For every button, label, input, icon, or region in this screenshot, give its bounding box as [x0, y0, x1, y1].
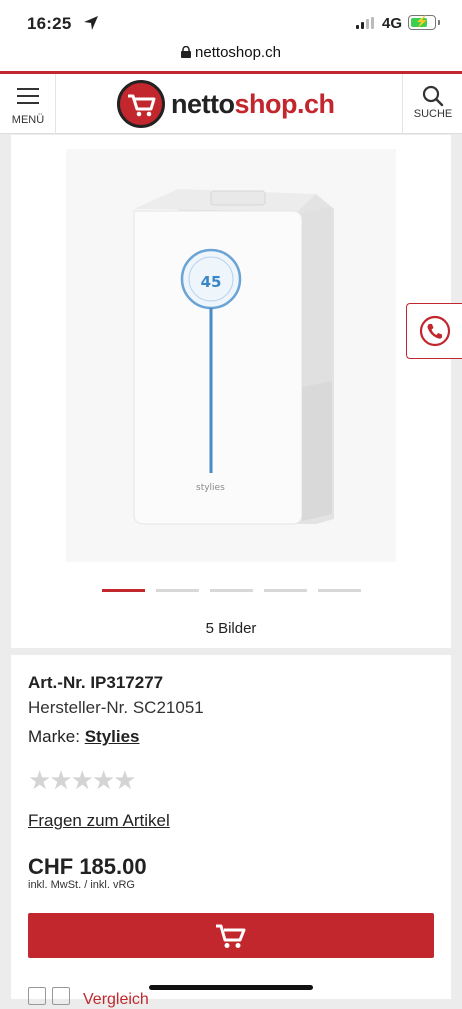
price-note: inkl. MwSt. / inkl. vRG [28, 879, 135, 891]
lock-icon [181, 46, 192, 58]
compare-checkbox[interactable] [28, 987, 46, 1005]
logo-text-netto: netto [171, 88, 235, 119]
product-image[interactable]: 45 stylies [66, 149, 396, 562]
slide-dot-5[interactable] [317, 589, 361, 592]
cart-logo-icon [117, 80, 165, 128]
search-button[interactable]: SUCHE [402, 74, 462, 134]
brand-prefix: Marke: [28, 727, 85, 746]
cart-icon [216, 924, 246, 948]
battery-icon: ⚡ [408, 15, 440, 30]
location-arrow-icon [84, 16, 98, 30]
product-details: Art.-Nr. IP317277 Hersteller-Nr. SC21051… [11, 655, 451, 1008]
home-indicator[interactable] [149, 985, 313, 990]
rating-star: ★ [49, 765, 72, 795]
slide-dot-1[interactable] [101, 589, 145, 592]
logo-text-shop: shop.ch [234, 88, 335, 119]
slide-dot-3[interactable] [209, 589, 253, 592]
rating-stars[interactable]: ★★★★★ [28, 765, 137, 796]
rating-star: ★ [70, 765, 94, 795]
site-logo[interactable]: nettoshop.ch [117, 79, 335, 129]
add-to-cart-button[interactable] [28, 913, 434, 958]
url-text: nettoshop.ch [195, 44, 281, 61]
compare-checkboxes[interactable] [28, 987, 70, 1005]
status-time: 16:25 [27, 14, 72, 33]
menu-button[interactable]: MENÜ [0, 74, 56, 134]
rating-star: ★ [28, 765, 51, 795]
call-button[interactable] [406, 303, 462, 359]
address-bar[interactable]: nettoshop.ch [0, 44, 462, 71]
article-number: Art.-Nr. IP317277 [28, 673, 164, 692]
phone-icon [419, 315, 451, 347]
rating-star: ★ [91, 765, 115, 795]
search-icon [422, 85, 444, 107]
search-label: SUCHE [413, 108, 453, 120]
manufacturer-number: Hersteller-Nr. SC21051 [28, 698, 204, 717]
questions-link[interactable]: Fragen zum Artikel [28, 811, 170, 831]
image-count[interactable]: 5 Bilder [11, 620, 451, 637]
compare-label[interactable]: Vergleich [83, 991, 149, 1009]
rating-star: ★ [113, 765, 136, 795]
hamburger-icon [17, 88, 39, 109]
slide-dot-2[interactable] [155, 589, 199, 592]
product-price: CHF 185.00 [28, 854, 147, 879]
wishlist-checkbox[interactable] [52, 987, 70, 1005]
slide-indicator[interactable] [11, 589, 451, 592]
menu-label: MENÜ [11, 114, 45, 126]
brand-link[interactable]: Stylies [85, 727, 140, 746]
status-bar: 16:25 4G ⚡ [0, 0, 462, 44]
product-gallery[interactable]: 45 stylies 5 Bilder [11, 135, 451, 648]
product-brand-label: stylies [196, 483, 225, 493]
network-type: 4G [382, 15, 403, 32]
signal-strength-icon [356, 17, 374, 29]
site-header: MENÜ nettoshop.ch SUCHE [0, 74, 462, 134]
brand-row: Marke: Stylies [28, 727, 140, 747]
slide-dot-4[interactable] [263, 589, 307, 592]
humidity-display: 45 [201, 273, 222, 291]
